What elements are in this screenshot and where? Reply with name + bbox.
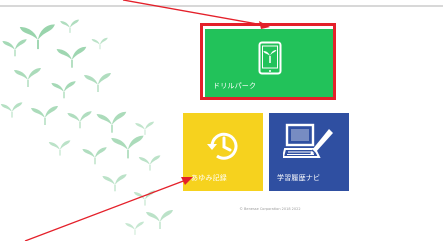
history-label: あゆみ記録: [191, 174, 227, 182]
clock-history-icon: [207, 132, 238, 160]
copyright-text: © Benesse Corporation 2018 2022: [239, 207, 301, 211]
sprout-leaves-icon: [0, 19, 174, 236]
history-tile[interactable]: あゆみ記録: [183, 113, 263, 191]
drill-park-tile[interactable]: ドリルパーク: [205, 29, 335, 99]
tablet-sprout-icon: [258, 41, 282, 75]
drill-park-label: ドリルパーク: [213, 82, 257, 90]
computer-pen-icon: [283, 123, 333, 158]
study-navi-tile[interactable]: 学習履歴ナビ: [269, 113, 349, 191]
study-navi-label: 学習履歴ナビ: [277, 174, 321, 182]
